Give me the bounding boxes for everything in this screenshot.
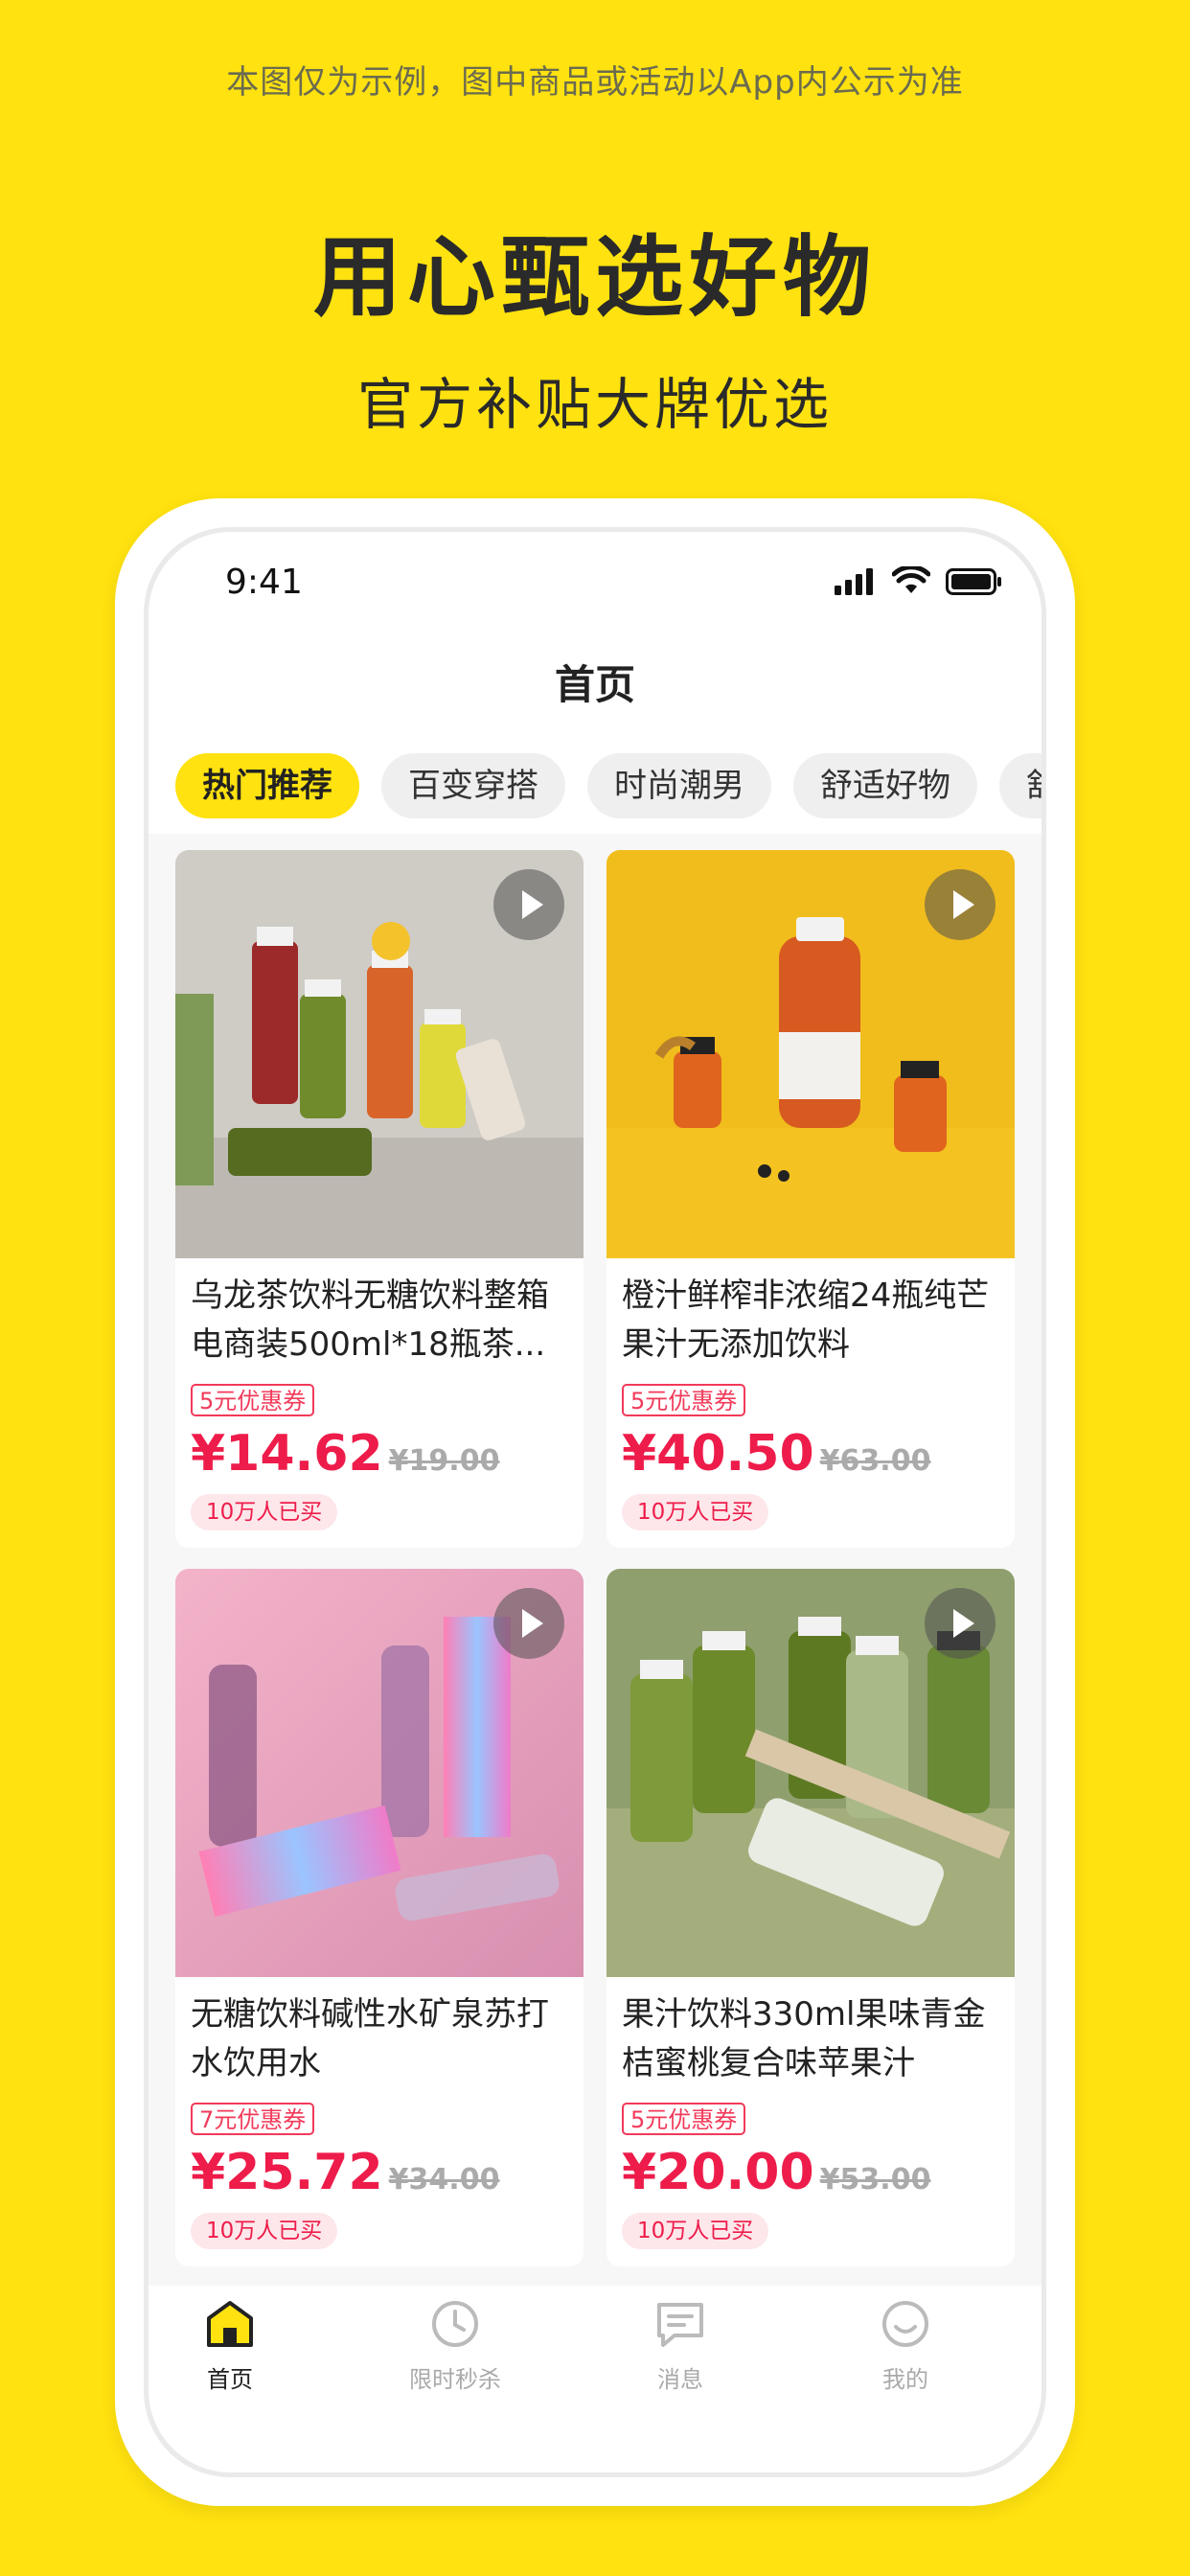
price-row: ¥14.62 ¥19.00 bbox=[191, 1425, 499, 1483]
page-title: 首页 bbox=[554, 661, 635, 708]
product-card[interactable]: 果汁饮料330ml果味青金桔蜜桃复合味苹果汁 5元优惠券 ¥20.00 ¥53.0… bbox=[606, 1569, 1015, 2266]
nav-flash-sale-label: 限时秒杀 bbox=[409, 2366, 501, 2393]
product-title[interactable]: 果汁饮料330ml果味青金桔蜜桃复合味苹果汁 bbox=[622, 1990, 1000, 2088]
battery-icon bbox=[946, 568, 1001, 595]
tab-men-fashion[interactable]: 时尚潮男 bbox=[587, 753, 771, 818]
nav-messages-label: 消息 bbox=[657, 2366, 703, 2393]
sold-count-badge: 10万人已买 bbox=[191, 2213, 338, 2249]
product-price: ¥40.50 bbox=[622, 1425, 814, 1483]
original-price: ¥34.00 bbox=[388, 2163, 500, 2196]
coupon-badge: 5元优惠券 bbox=[191, 1384, 315, 1416]
play-video-icon[interactable] bbox=[925, 1588, 995, 1659]
message-icon bbox=[657, 2303, 703, 2347]
wifi-icon bbox=[892, 566, 930, 593]
nav-flash-sale[interactable]: 限时秒杀 bbox=[378, 2297, 532, 2394]
price-row: ¥40.50 ¥63.00 bbox=[622, 1425, 930, 1483]
play-video-icon[interactable] bbox=[493, 1588, 564, 1659]
app-header: 首页 bbox=[149, 628, 1041, 728]
nav-home-label: 首页 bbox=[207, 2366, 253, 2393]
disclaimer-text: 本图仅为示例，图中商品或活动以App内公示为准 bbox=[226, 63, 964, 102]
product-price: ¥14.62 bbox=[191, 1425, 383, 1483]
coupon-badge: 5元优惠券 bbox=[622, 1384, 746, 1416]
nav-home[interactable]: 首页 bbox=[153, 2297, 307, 2394]
price-row: ¥25.72 ¥34.00 bbox=[191, 2144, 499, 2201]
bottom-navigation: 首页 限时秒杀 消息 我的 bbox=[149, 2286, 1041, 2472]
play-video-icon[interactable] bbox=[925, 869, 995, 940]
product-title[interactable]: 无糖饮料碱性水矿泉苏打水饮用水 bbox=[191, 1990, 569, 2088]
category-tabs: 热门推荐 百变穿搭 时尚潮男 舒适好物 舒 bbox=[149, 728, 1041, 834]
play-video-icon[interactable] bbox=[493, 869, 564, 940]
sold-count-badge: 10万人已买 bbox=[191, 1494, 338, 1530]
promo-headline: 用心甄选好物 bbox=[312, 226, 877, 329]
signal-icon bbox=[835, 568, 873, 595]
coupon-badge: 7元优惠券 bbox=[191, 2103, 315, 2135]
status-bar: 9:41 bbox=[149, 532, 1041, 628]
original-price: ¥63.00 bbox=[819, 1444, 931, 1478]
smile-icon bbox=[882, 2301, 928, 2347]
sold-count-badge: 10万人已买 bbox=[622, 2213, 769, 2249]
status-icons bbox=[835, 566, 1003, 595]
original-price: ¥53.00 bbox=[819, 2163, 931, 2196]
nav-profile-label: 我的 bbox=[882, 2366, 928, 2393]
nav-profile[interactable]: 我的 bbox=[829, 2297, 982, 2394]
promo-subline: 官方补贴大牌优选 bbox=[356, 372, 833, 437]
product-card[interactable]: 无糖饮料碱性水矿泉苏打水饮用水 7元优惠券 ¥25.72 ¥34.00 10万人已… bbox=[175, 1569, 584, 2266]
status-time: 9:41 bbox=[225, 563, 303, 602]
tab-hot[interactable]: 热门推荐 bbox=[175, 753, 359, 818]
price-row: ¥20.00 ¥53.00 bbox=[622, 2144, 930, 2201]
product-title[interactable]: 橙汁鲜榨非浓缩24瓶纯芒果汁无添加饮料 bbox=[622, 1272, 1000, 1369]
nav-messages[interactable]: 消息 bbox=[604, 2297, 757, 2394]
tab-more[interactable]: 舒 bbox=[999, 753, 1041, 818]
product-card[interactable]: 橙汁鲜榨非浓缩24瓶纯芒果汁无添加饮料 5元优惠券 ¥40.50 ¥63.00 1… bbox=[606, 850, 1015, 1548]
product-price: ¥20.00 bbox=[622, 2144, 814, 2201]
tab-comfort-goods[interactable]: 舒适好物 bbox=[793, 753, 977, 818]
product-title[interactable]: 乌龙茶饮料无糖饮料整箱电商装500ml*18瓶茶... bbox=[191, 1272, 569, 1369]
sold-count-badge: 10万人已买 bbox=[622, 1494, 769, 1530]
tab-outfits[interactable]: 百变穿搭 bbox=[381, 753, 565, 818]
clock-icon bbox=[432, 2301, 478, 2347]
home-icon bbox=[207, 2301, 253, 2347]
phone-screen: 9:41 首页 热门推荐 百变穿搭 时尚潮男 舒适好物 乌龙茶饮料无糖饮料整箱电… bbox=[149, 532, 1041, 2472]
product-price: ¥25.72 bbox=[191, 2144, 383, 2201]
original-price: ¥19.00 bbox=[388, 1444, 500, 1478]
product-card[interactable]: 乌龙茶饮料无糖饮料整箱电商装500ml*18瓶茶... 5元优惠券 ¥14.62… bbox=[175, 850, 584, 1548]
coupon-badge: 5元优惠券 bbox=[622, 2103, 746, 2135]
